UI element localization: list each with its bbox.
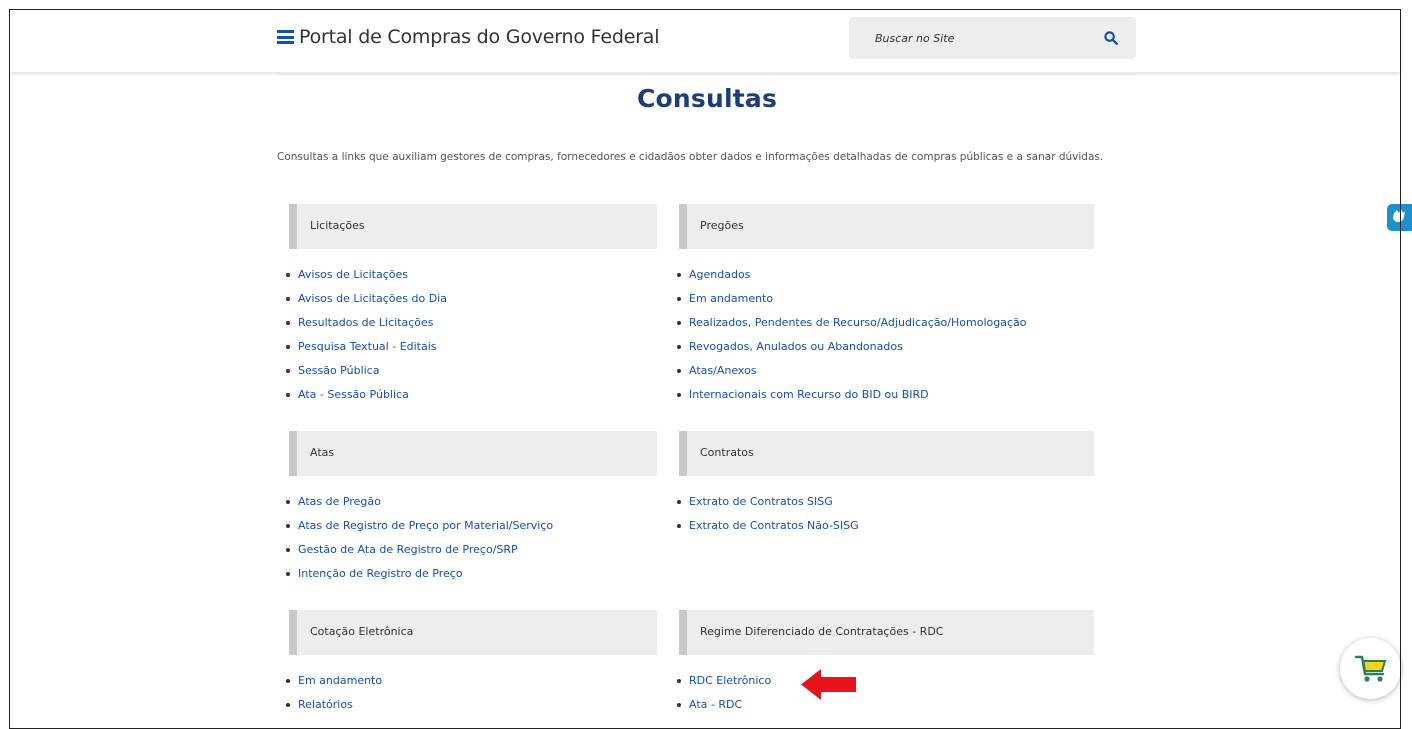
list-item: Pesquisa Textual - Editais xyxy=(285,335,447,359)
section-title: Licitações xyxy=(310,219,365,232)
list-item: Gestão de Ata de Registro de Preço/SRP xyxy=(285,538,553,562)
link-list-licitacoes: Avisos de Licitações Avisos de Licitaçõe… xyxy=(285,263,447,407)
list-item: Agendados xyxy=(676,263,1026,287)
list-item: Sessão Pública xyxy=(285,359,447,383)
link-agendados[interactable]: Agendados xyxy=(689,268,750,281)
link-internacionais[interactable]: Internacionais com Recurso do BID ou BIR… xyxy=(689,388,929,401)
section-header-cotacao: Cotação Eletrônica xyxy=(289,610,657,655)
link-em-andamento[interactable]: Em andamento xyxy=(689,292,773,305)
link-resultados-licitacoes[interactable]: Resultados de Licitações xyxy=(298,316,434,329)
header-divider xyxy=(277,74,1137,75)
link-pesquisa-textual[interactable]: Pesquisa Textual - Editais xyxy=(298,340,437,353)
link-rdc-eletronico[interactable]: RDC Eletrônico xyxy=(689,674,771,687)
link-ata-rdc[interactable]: Ata - RDC xyxy=(689,698,742,711)
list-item: Ata - Sessão Pública xyxy=(285,383,447,407)
vlibras-hands-icon[interactable] xyxy=(1387,204,1412,231)
link-list-rdc: RDC Eletrônico Ata - RDC xyxy=(676,669,771,717)
section-header-pregoes: Pregões xyxy=(679,204,1094,249)
link-gestao-ata-srp[interactable]: Gestão de Ata de Registro de Preço/SRP xyxy=(298,543,518,556)
shopping-cart-button[interactable] xyxy=(1340,638,1401,699)
list-item: Atas de Registro de Preço por Material/S… xyxy=(285,514,553,538)
site-title[interactable]: Portal de Compras do Governo Federal xyxy=(299,26,660,48)
list-item: RDC Eletrônico xyxy=(676,669,771,693)
list-item: Avisos de Licitações xyxy=(285,263,447,287)
section-header-licitacoes: Licitações xyxy=(289,204,657,249)
list-item: Realizados, Pendentes de Recurso/Adjudic… xyxy=(676,311,1026,335)
list-item: Relatórios xyxy=(285,693,382,717)
link-avisos-licitacoes-dia[interactable]: Avisos de Licitações do Dia xyxy=(298,292,447,305)
list-item: Resultados de Licitações xyxy=(285,311,447,335)
site-header xyxy=(10,10,1400,72)
link-relatorios[interactable]: Relatórios xyxy=(298,698,353,711)
red-arrow-icon xyxy=(801,669,856,700)
link-list-cotacao: Em andamento Relatórios xyxy=(285,669,382,717)
list-item: Atas/Anexos xyxy=(676,359,1026,383)
list-item: Avisos de Licitações do Dia xyxy=(285,287,447,311)
list-item: Revogados, Anulados ou Abandonados xyxy=(676,335,1026,359)
list-item: Extrato de Contratos Não-SISG xyxy=(676,514,859,538)
search-box xyxy=(849,17,1136,59)
menu-icon[interactable] xyxy=(277,30,294,44)
section-title: Regime Diferenciado de Contratações - RD… xyxy=(700,625,944,638)
link-ata-sessao-publica[interactable]: Ata - Sessão Pública xyxy=(298,388,409,401)
section-title: Pregões xyxy=(700,219,744,232)
list-item: Atas de Pregão xyxy=(285,490,553,514)
link-avisos-licitacoes[interactable]: Avisos de Licitações xyxy=(298,268,408,281)
link-sessao-publica[interactable]: Sessão Pública xyxy=(298,364,379,377)
page-intro: Consultas a links que auxiliam gestores … xyxy=(277,151,1104,163)
section-header-rdc: Regime Diferenciado de Contratações - RD… xyxy=(679,610,1094,655)
list-item: Intenção de Registro de Preço xyxy=(285,562,553,586)
section-title: Contratos xyxy=(700,446,754,459)
link-intencao-registro-preco[interactable]: Intenção de Registro de Preço xyxy=(298,567,463,580)
link-realizados[interactable]: Realizados, Pendentes de Recurso/Adjudic… xyxy=(689,316,1026,329)
section-title: Cotação Eletrônica xyxy=(310,625,414,638)
link-list-pregoes: Agendados Em andamento Realizados, Pende… xyxy=(676,263,1026,407)
section-header-atas: Atas xyxy=(289,431,657,476)
list-item: Em andamento xyxy=(676,287,1026,311)
link-atas-pregao[interactable]: Atas de Pregão xyxy=(298,495,381,508)
list-item: Em andamento xyxy=(285,669,382,693)
link-atas-registro-preco[interactable]: Atas de Registro de Preço por Material/S… xyxy=(298,519,553,532)
search-input[interactable] xyxy=(849,17,1089,59)
list-item: Internacionais com Recurso do BID ou BIR… xyxy=(676,383,1026,407)
shopping-cart-icon xyxy=(1354,655,1387,682)
section-header-contratos: Contratos xyxy=(679,431,1094,476)
link-list-contratos: Extrato de Contratos SISG Extrato de Con… xyxy=(676,490,859,538)
section-title: Atas xyxy=(310,446,335,459)
page-title: Consultas xyxy=(636,84,778,113)
link-cotacao-em-andamento[interactable]: Em andamento xyxy=(298,674,382,687)
link-revogados[interactable]: Revogados, Anulados ou Abandonados xyxy=(689,340,903,353)
link-extrato-nao-sisg[interactable]: Extrato de Contratos Não-SISG xyxy=(689,519,859,532)
link-extrato-sisg[interactable]: Extrato de Contratos SISG xyxy=(689,495,833,508)
list-item: Extrato de Contratos SISG xyxy=(676,490,859,514)
link-atas-anexos[interactable]: Atas/Anexos xyxy=(689,364,757,377)
search-icon[interactable] xyxy=(1104,31,1118,45)
link-list-atas: Atas de Pregão Atas de Registro de Preço… xyxy=(285,490,553,586)
list-item: Ata - RDC xyxy=(676,693,771,717)
